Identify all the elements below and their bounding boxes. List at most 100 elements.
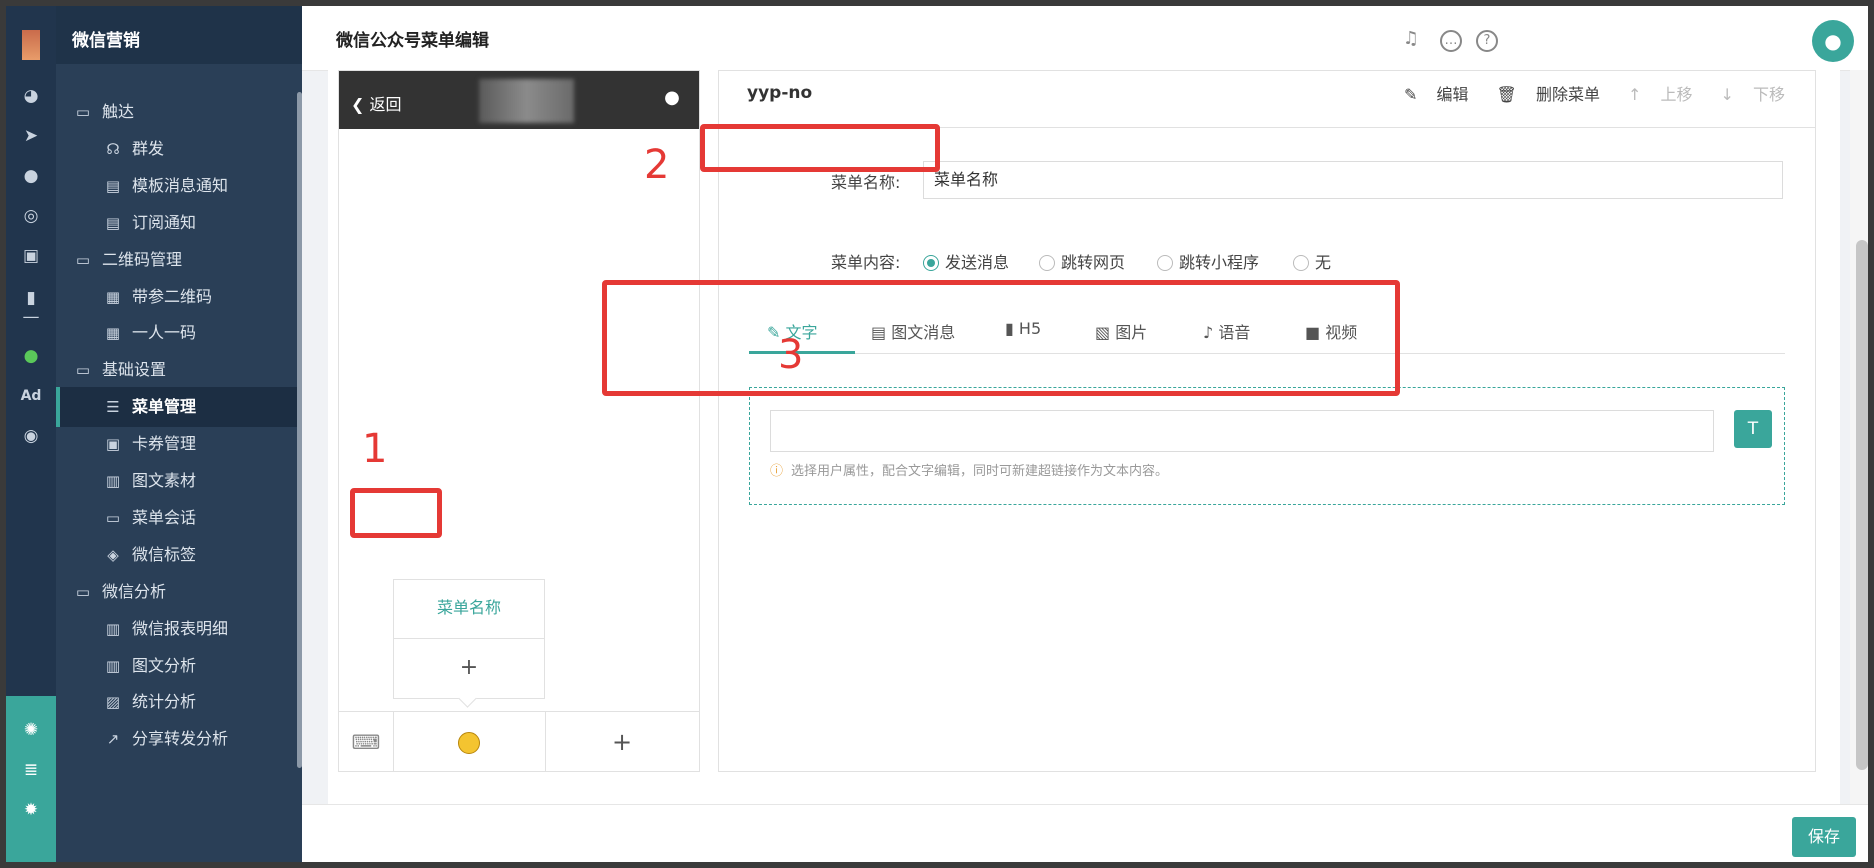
sidebar-item[interactable]: ▤ 订阅通知: [56, 203, 302, 243]
article-icon: ▥: [105, 472, 121, 490]
hint-text: ⓘ 选择用户属性，配合文字编辑，同时可新建超链接作为文本内容。: [770, 460, 1168, 479]
sidebar-item-label: 微信分析: [102, 581, 167, 601]
ad-icon[interactable]: Ad: [19, 384, 43, 408]
sidebar-item-label: 菜单会话: [132, 507, 197, 527]
app-title: 微信营销: [72, 31, 140, 51]
sidebar-item[interactable]: ◈ 微信标签: [56, 535, 302, 575]
dashboard-icon[interactable]: ◕: [19, 84, 43, 108]
radio-dot: [923, 255, 939, 271]
menu-name-input[interactable]: 菜单名称: [923, 161, 1783, 199]
sidebar-item[interactable]: ▥ 图文分析: [56, 646, 302, 686]
radio-send-message[interactable]: 发送消息: [923, 249, 1009, 273]
sidebar-item[interactable]: ↗ 分享转发分析: [56, 719, 302, 759]
keyboard-icon[interactable]: ⌨: [339, 712, 394, 772]
sidebar-item[interactable]: ▥ 图文素材: [56, 461, 302, 501]
main-content: ❮ 返回 ● 菜单名称 + ⌨ + yyp-no ✎ 编辑 🗑 删除菜单 ↑ 上移 ↓…: [328, 70, 1840, 804]
add-menu-button[interactable]: +: [545, 712, 699, 772]
sidebar-header: 微信营销: [56, 6, 302, 64]
move-up-button[interactable]: ↑ 上移: [1614, 85, 1693, 104]
annotation-number-1: 1: [362, 426, 388, 472]
hint-label: 选择用户属性，配合文字编辑，同时可新建超链接作为文本内容。: [791, 464, 1169, 479]
sidebar-item[interactable]: ▭ 菜单会话: [56, 498, 302, 538]
sidebar-item[interactable]: ▭ 基础设置: [56, 350, 302, 390]
menu-item-emoji[interactable]: [393, 712, 546, 772]
network-icon[interactable]: ✺: [19, 718, 43, 742]
chart-icon: ▨: [105, 693, 121, 712]
bookmark-icon[interactable]: ▣: [19, 244, 43, 268]
insert-attribute-button[interactable]: T: [1734, 410, 1772, 448]
help-icon[interactable]: ?: [1476, 30, 1498, 52]
folder-icon: ▭: [75, 103, 91, 121]
submenu-item[interactable]: 菜单名称: [394, 580, 544, 639]
scrollbar-thumb[interactable]: [1856, 240, 1868, 770]
arrow-down-icon: ↓: [1720, 85, 1734, 104]
sidebar-item-label: 微信报表明细: [132, 618, 229, 638]
edit-icon: ✎: [1404, 85, 1418, 104]
sidebar-item-label: 图文分析: [132, 655, 197, 675]
tag-icon: ◈: [107, 545, 119, 564]
radio-dot: [1293, 255, 1309, 271]
chat-icon: ▭: [105, 508, 121, 527]
save-button[interactable]: 保存: [1792, 817, 1856, 857]
page-scrollbar[interactable]: [1850, 70, 1868, 804]
sidebar-item[interactable]: ▭ 微信分析: [56, 572, 302, 612]
sidebar-item-label: 基础设置: [102, 360, 167, 380]
radio-none[interactable]: 无: [1293, 249, 1331, 273]
delete-menu-button[interactable]: 🗑 删除菜单: [1483, 85, 1600, 104]
phone-menu-bar: ⌨ +: [339, 711, 699, 772]
sidebar-item[interactable]: ▤ 模板消息通知: [56, 166, 302, 206]
editor-header: yyp-no ✎ 编辑 🗑 删除菜单 ↑ 上移 ↓ 下移: [719, 71, 1815, 128]
sidebar-item-label: 带参二维码: [132, 286, 213, 306]
list-icon: ☰: [106, 398, 120, 417]
sidebar-scrollbar[interactable]: [297, 92, 302, 768]
user-icon[interactable]: ●: [661, 87, 683, 109]
user-icon[interactable]: ●: [19, 164, 43, 188]
chat-bubble-icon[interactable]: …: [1440, 30, 1462, 52]
app-window: ◕ ➤ ● ◎ ▣ ▮ — ● Ad ◉ ✺ ≣ ✹ 微信营销 ▭ 触达 ☊ 群发 ▤ 模…: [0, 0, 1874, 868]
sidebar-item[interactable]: ▭ 二维码管理: [56, 240, 302, 280]
broadcast-icon: ☊: [106, 139, 120, 158]
avatar[interactable]: ●: [1812, 20, 1854, 62]
edit-button[interactable]: ✎ 编辑: [1390, 85, 1469, 104]
sidebar-item-label: 卡券管理: [132, 434, 197, 454]
send-icon[interactable]: ➤: [19, 124, 43, 148]
qrcode-icon: ▦: [105, 287, 121, 306]
radio-jump-miniprogram[interactable]: 跳转小程序: [1157, 249, 1259, 273]
wechat-icon[interactable]: ●: [19, 344, 43, 368]
add-submenu-button[interactable]: +: [394, 638, 544, 698]
back-button[interactable]: ❮ 返回: [351, 91, 402, 115]
sidebar-item[interactable]: ▣ 卡券管理: [56, 424, 302, 464]
radio-jump-webpage[interactable]: 跳转网页: [1039, 249, 1125, 273]
gear-icon[interactable]: ✹: [19, 798, 43, 822]
sidebar-item[interactable]: ▦ 一人一码: [56, 313, 302, 353]
sidebar-item-label: 群发: [132, 138, 165, 158]
sidebar-item-label: 图文素材: [132, 471, 197, 490]
chevron-left-icon: ❮: [351, 95, 365, 114]
target-icon[interactable]: ◉: [19, 424, 43, 448]
sidebar-item-label: 订阅通知: [132, 212, 197, 232]
share-icon: ↗: [106, 730, 120, 749]
sidebar-item[interactable]: ☊ 群发: [56, 129, 302, 169]
sidebar-item[interactable]: ▭ 触达: [56, 92, 302, 132]
move-down-button[interactable]: ↓ 下移: [1706, 85, 1785, 104]
menu-editor: yyp-no ✎ 编辑 🗑 删除菜单 ↑ 上移 ↓ 下移 菜单名称: 菜单名称 菜单内…: [718, 70, 1816, 772]
users-icon[interactable]: ◎: [19, 204, 43, 228]
sidebar-item[interactable]: ▦ 带参二维码: [56, 277, 302, 317]
server-icon[interactable]: ≣: [19, 758, 43, 782]
bell-icon[interactable]: ♫: [1400, 30, 1422, 52]
radio-label: 跳转网页: [1061, 253, 1126, 272]
editor-actions: ✎ 编辑 🗑 删除菜单 ↑ 上移 ↓ 下移: [1376, 81, 1785, 105]
move-down-label: 下移: [1752, 85, 1785, 104]
sidebar-item-label: 分享转发分析: [132, 729, 229, 749]
radio-dot: [1039, 255, 1055, 271]
qrcode-icon: ▦: [105, 324, 121, 343]
sidebar-item[interactable]: ☰ 菜单管理: [56, 387, 302, 428]
trash-icon: 🗑: [1496, 85, 1517, 104]
sidebar-item[interactable]: ▨ 统计分析: [56, 682, 302, 722]
annotation-box-3: [602, 280, 1400, 396]
sidebar-item-label: 一人一码: [132, 323, 197, 343]
divider-icon: —: [22, 307, 40, 327]
delete-label: 删除菜单: [1535, 85, 1600, 104]
message-text-input[interactable]: [770, 410, 1714, 452]
sidebar-item[interactable]: ▥ 微信报表明细: [56, 609, 302, 649]
